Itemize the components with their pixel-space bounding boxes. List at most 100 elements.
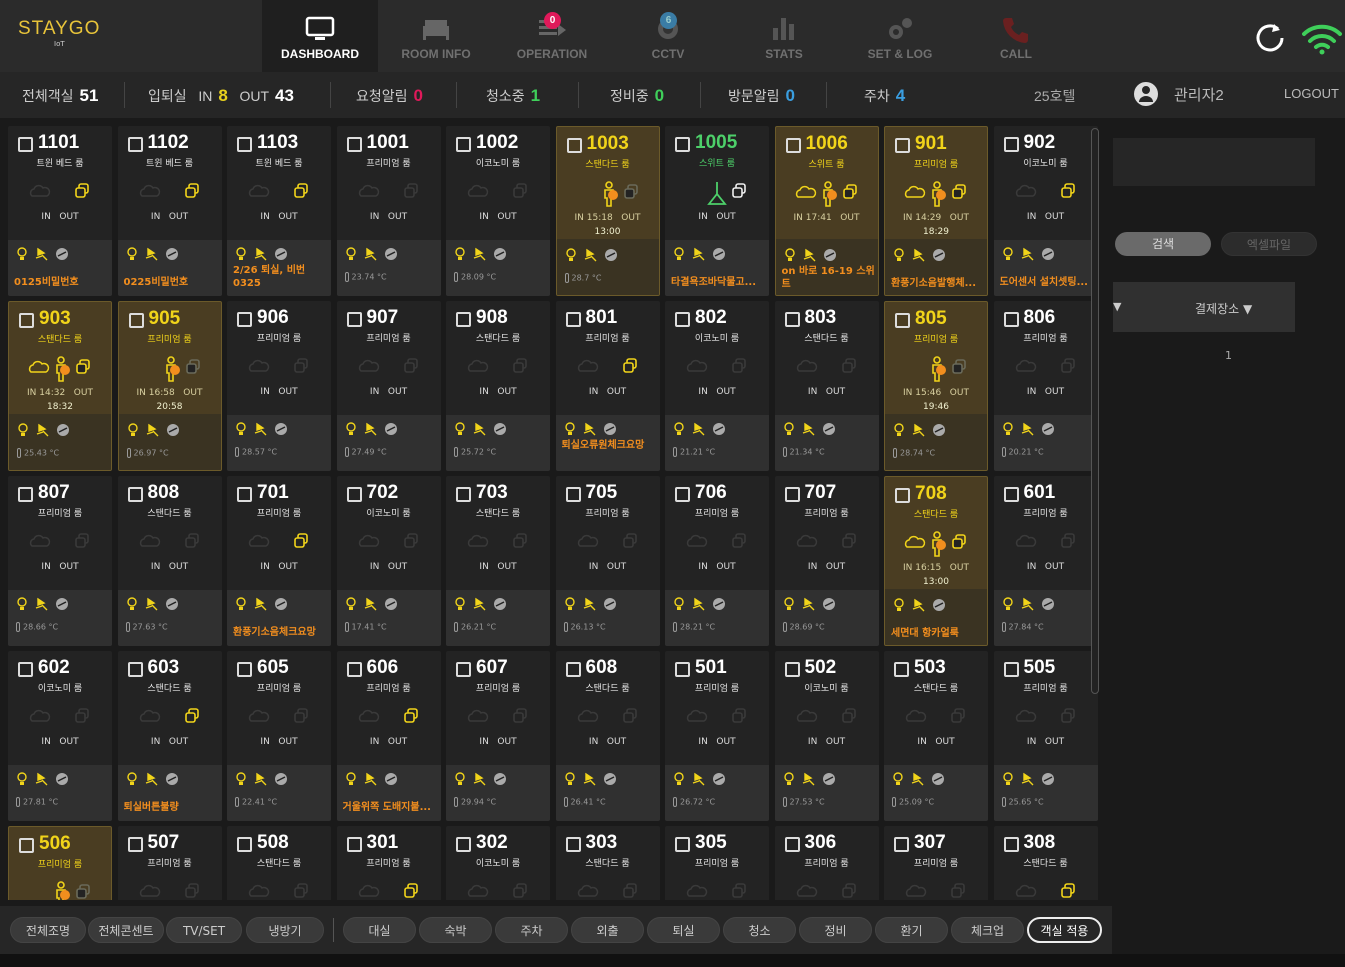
- room-checkbox[interactable]: [456, 837, 471, 852]
- room-card[interactable]: 906 프리미엄 룸 IN OUT 28.57 °C: [227, 301, 331, 471]
- room-checkbox[interactable]: [784, 312, 800, 327]
- room-checkbox[interactable]: [19, 838, 34, 853]
- bottom-button[interactable]: 대실: [343, 917, 416, 943]
- room-checkbox[interactable]: [565, 487, 581, 502]
- bottom-button[interactable]: 체크업: [951, 917, 1024, 943]
- room-card[interactable]: 807 프리미엄 룸 IN OUT 28.66 °C: [8, 476, 112, 646]
- room-card[interactable]: 601 프리미엄 룸 IN OUT 27.84 °C: [993, 476, 1098, 646]
- room-card[interactable]: 302 이코노미 룸: [446, 826, 550, 900]
- room-card[interactable]: 1103 트윈 베드 룸 IN OUT 2/26 퇴실, 비번 0325: [227, 126, 331, 296]
- room-checkbox[interactable]: [785, 138, 801, 153]
- room-checkbox[interactable]: [1003, 487, 1019, 502]
- room-card[interactable]: 1006 스위트 룸 IN 17:41 OUT on 바로 16-19 스위트: [774, 126, 879, 296]
- room-card[interactable]: 508 스탠다드 룸: [227, 826, 331, 900]
- room-card[interactable]: 602 이코노미 룸 IN OUT 27.81 °C: [8, 651, 112, 821]
- room-checkbox[interactable]: [18, 487, 33, 502]
- room-card[interactable]: 608 스탠다드 룸 IN OUT 26.41 °C: [555, 651, 660, 821]
- room-checkbox[interactable]: [346, 137, 362, 152]
- bottom-button[interactable]: 퇴실: [647, 917, 720, 943]
- status-maintenance[interactable]: 정비중 0: [610, 86, 664, 106]
- room-checkbox[interactable]: [346, 312, 362, 327]
- room-checkbox[interactable]: [237, 312, 252, 327]
- room-checkbox[interactable]: [1003, 837, 1019, 852]
- room-checkbox[interactable]: [675, 662, 690, 677]
- room-checkbox[interactable]: [566, 138, 582, 153]
- tab-room-info[interactable]: ROOM INFO: [378, 0, 494, 72]
- room-checkbox[interactable]: [18, 137, 33, 152]
- room-card[interactable]: 305 프리미엄 룸: [665, 826, 769, 900]
- room-checkbox[interactable]: [456, 487, 471, 502]
- room-checkbox[interactable]: [784, 662, 800, 677]
- bottom-button[interactable]: 숙박: [419, 917, 492, 943]
- room-checkbox[interactable]: [1003, 662, 1019, 677]
- room-card[interactable]: 703 스탠다드 룸 IN OUT 26.21 °C: [446, 476, 550, 646]
- room-checkbox[interactable]: [346, 662, 362, 677]
- bottom-button[interactable]: 전체콘센트: [88, 917, 164, 943]
- bottom-button[interactable]: 청소: [723, 917, 796, 943]
- room-checkbox[interactable]: [456, 662, 471, 677]
- bottom-button[interactable]: 냉방기: [246, 917, 324, 943]
- status-visit[interactable]: 방문알림 0: [728, 86, 795, 106]
- status-parking[interactable]: 주차 4: [864, 86, 905, 106]
- room-card[interactable]: 606 프리미엄 룸 IN OUT 거울위쪽 도배지붙...: [336, 651, 441, 821]
- status-inout[interactable]: 입퇴실 IN 8 OUT 43: [148, 86, 294, 106]
- status-cleaning[interactable]: 청소중 1: [486, 86, 540, 106]
- room-card[interactable]: 605 프리미엄 룸 IN OUT 22.41 °C: [227, 651, 331, 821]
- room-checkbox[interactable]: [127, 837, 143, 852]
- room-checkbox[interactable]: [127, 487, 143, 502]
- room-checkbox[interactable]: [346, 837, 362, 852]
- room-card[interactable]: 908 스탠다드 룸 IN OUT 25.72 °C: [446, 301, 550, 471]
- room-card[interactable]: 901 프리미엄 룸 IN 14:29 OUT 18:29 환풍기소음발행체...: [884, 126, 988, 296]
- room-card[interactable]: 1101 트윈 베드 룸 IN OUT 0125비밀번호: [8, 126, 112, 296]
- room-checkbox[interactable]: [127, 662, 143, 677]
- room-checkbox[interactable]: [675, 837, 690, 852]
- scrollbar[interactable]: [1091, 128, 1099, 694]
- logo[interactable]: STAYGO IoT: [18, 18, 118, 58]
- room-card[interactable]: 903 스탠다드 룸 IN 14:32 OUT 18:32 25.43 °C: [8, 301, 112, 471]
- room-card[interactable]: 505 프리미엄 룸 IN OUT 25.65 °C: [993, 651, 1098, 821]
- room-checkbox[interactable]: [346, 487, 362, 502]
- tab-set-log[interactable]: SET & LOG: [842, 0, 958, 72]
- room-checkbox[interactable]: [565, 312, 581, 327]
- room-checkbox[interactable]: [237, 837, 252, 852]
- room-card[interactable]: 805 프리미엄 룸 IN 15:46 OUT 19:46 28.74 °C: [884, 301, 988, 471]
- room-card[interactable]: 701 프리미엄 룸 IN OUT 환풍기소음체크요망: [227, 476, 331, 646]
- room-card[interactable]: 803 스탠다드 룸 IN OUT 21.34 °C: [774, 301, 879, 471]
- room-card[interactable]: 801 프리미엄 룸 IN OUT 퇴실오류원체크요망: [555, 301, 660, 471]
- search-box[interactable]: [1113, 138, 1315, 186]
- logout-button[interactable]: LOGOUT: [1284, 86, 1339, 101]
- bottom-button[interactable]: 주차: [495, 917, 568, 943]
- room-checkbox[interactable]: [128, 313, 144, 328]
- room-card[interactable]: 1003 스탠다드 룸 IN 15:18 OUT 13:00 28.7 °C: [555, 126, 660, 296]
- room-card[interactable]: 708 스탠다드 룸 IN 16:15 OUT 13:00 세면대 항카얼룩: [884, 476, 988, 646]
- wifi-icon[interactable]: [1300, 20, 1344, 56]
- room-checkbox[interactable]: [237, 487, 252, 502]
- bottom-button[interactable]: 외출: [571, 917, 644, 943]
- sort-arrow-icon[interactable]: ▼: [1113, 300, 1121, 313]
- status-request[interactable]: 요청알림 0: [356, 86, 423, 106]
- room-checkbox[interactable]: [784, 487, 800, 502]
- payment-column-header[interactable]: 결제장소 ▼: [1195, 300, 1252, 317]
- bottom-button[interactable]: TV/SET: [166, 917, 242, 943]
- room-card[interactable]: 705 프리미엄 룸 IN OUT 26.13 °C: [555, 476, 660, 646]
- room-card[interactable]: 806 프리미엄 룸 IN OUT 20.21 °C: [993, 301, 1098, 471]
- room-checkbox[interactable]: [127, 137, 143, 152]
- room-card[interactable]: 503 스탠다드 룸 IN OUT 25.09 °C: [884, 651, 988, 821]
- room-card[interactable]: 1001 프리미엄 룸 IN OUT 23.74 °C: [336, 126, 441, 296]
- room-card[interactable]: 607 프리미엄 룸 IN OUT 29.94 °C: [446, 651, 550, 821]
- tab-operation[interactable]: 0 OPERATION: [494, 0, 610, 72]
- room-card[interactable]: 706 프리미엄 룸 IN OUT 28.21 °C: [665, 476, 769, 646]
- room-checkbox[interactable]: [675, 137, 690, 152]
- refresh-icon[interactable]: [1252, 20, 1288, 56]
- room-checkbox[interactable]: [784, 837, 800, 852]
- room-checkbox[interactable]: [19, 313, 34, 328]
- room-checkbox[interactable]: [18, 662, 33, 677]
- tab-dashboard[interactable]: DASHBOARD: [262, 0, 378, 72]
- room-card[interactable]: 506 프리미엄 룸: [8, 826, 112, 900]
- excel-button[interactable]: 엑셀파일: [1221, 232, 1317, 256]
- bottom-button[interactable]: 전체조명: [10, 917, 86, 943]
- room-checkbox[interactable]: [565, 837, 581, 852]
- bottom-button[interactable]: 정비: [799, 917, 872, 943]
- room-card[interactable]: 308 스탠다드 룸: [993, 826, 1098, 900]
- room-card[interactable]: 507 프리미엄 룸: [117, 826, 222, 900]
